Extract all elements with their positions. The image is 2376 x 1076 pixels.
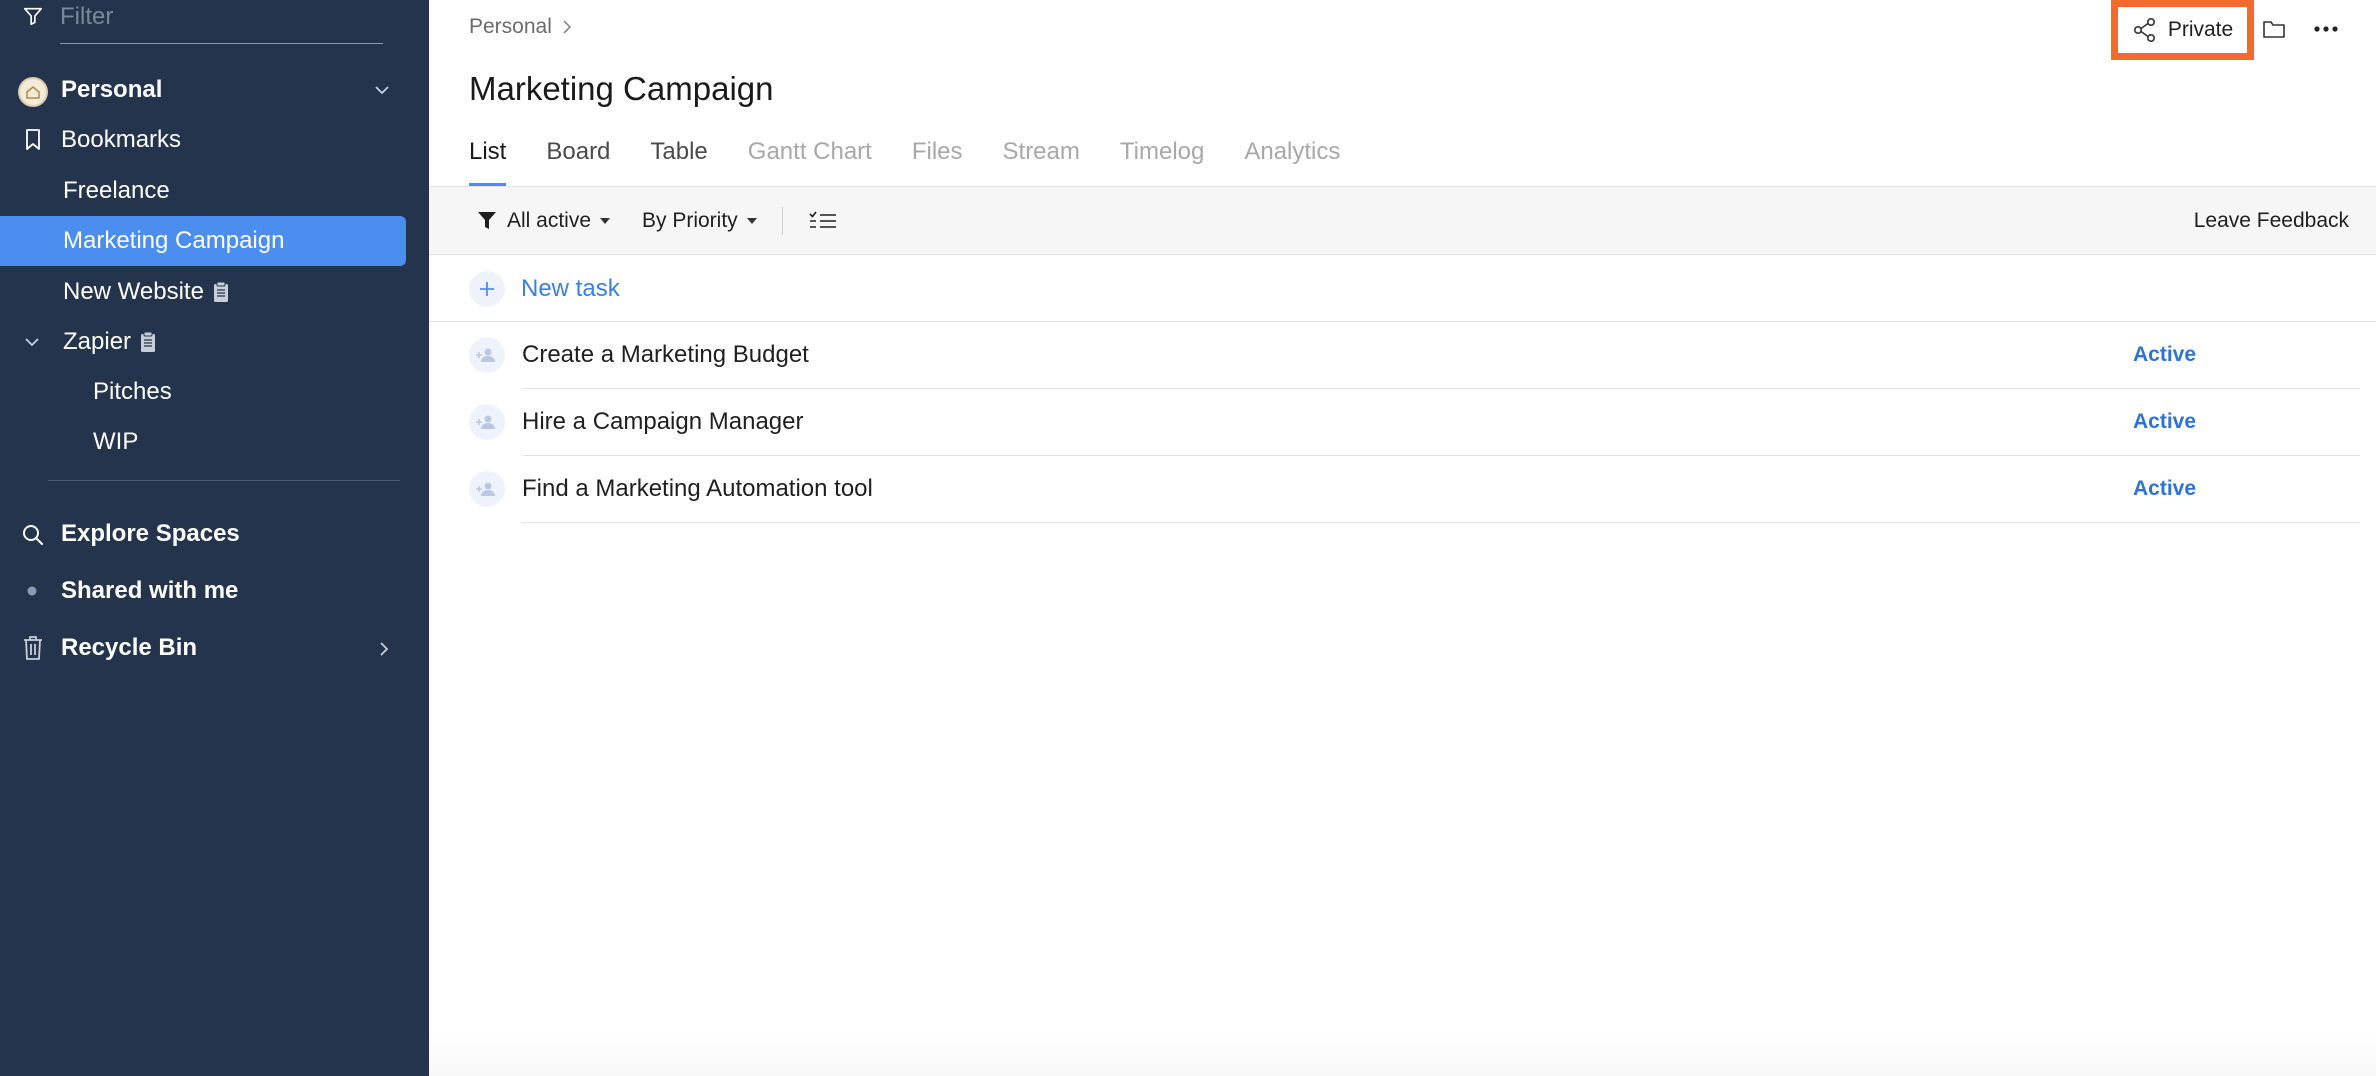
folder-button[interactable] — [2259, 14, 2289, 44]
search-icon — [23, 525, 43, 545]
tab-gantt-chart[interactable]: Gantt Chart — [748, 136, 872, 186]
task-row[interactable]: Create a Marketing Budget Active — [469, 322, 2376, 389]
task-status[interactable]: Active — [2133, 477, 2196, 501]
chevron-down-icon[interactable] — [24, 336, 40, 348]
folder-icon — [2263, 21, 2285, 38]
sidebar-item-explore-spaces[interactable]: Explore Spaces — [0, 509, 406, 559]
tab-board[interactable]: Board — [546, 136, 610, 186]
group-by-dropdown[interactable]: By Priority — [642, 187, 757, 255]
sidebar-item-label: Shared with me — [61, 577, 239, 604]
caret-down-icon — [746, 218, 757, 224]
sidebar-item-recycle-bin[interactable]: Recycle Bin — [0, 623, 406, 673]
chevron-right-icon — [563, 20, 572, 34]
tab-list[interactable]: List — [469, 136, 507, 186]
group-by-label: By Priority — [642, 209, 738, 232]
filter-icon — [478, 212, 496, 229]
sidebar-item-bookmarks[interactable]: Bookmarks — [0, 115, 406, 165]
page-title: Marketing Campaign — [469, 70, 774, 107]
space-avatar — [18, 77, 48, 107]
task-status[interactable]: Active — [2133, 343, 2196, 367]
caret-down-icon — [600, 218, 611, 224]
tab-files[interactable]: Files — [912, 136, 963, 186]
new-task-label: New task — [521, 275, 620, 302]
tab-stream[interactable]: Stream — [1003, 136, 1080, 186]
task-title[interactable]: Create a Marketing Budget — [522, 341, 809, 369]
sidebar-item-pitches[interactable]: Pitches — [0, 367, 406, 417]
toolbar-separator — [782, 207, 783, 235]
clipboard-icon — [141, 331, 156, 352]
sidebar-item-label: Bookmarks — [61, 126, 182, 153]
task-status[interactable]: Active — [2133, 410, 2196, 434]
sidebar-item-new-website[interactable]: New Website — [0, 267, 406, 317]
sidebar-item-label: WIP — [93, 428, 139, 455]
space-label: Personal — [61, 76, 163, 103]
bookmark-icon — [26, 129, 40, 150]
view-tabs: List Board Table Gantt Chart Files Strea… — [469, 136, 1340, 186]
breadcrumb-item[interactable]: Personal — [469, 15, 552, 39]
home-icon — [26, 86, 40, 99]
plus-icon — [469, 271, 505, 307]
trash-icon — [24, 636, 42, 660]
task-row[interactable]: Hire a Campaign Manager Active — [469, 389, 2376, 456]
status-filter-label: All active — [507, 209, 592, 232]
share-icon — [2133, 17, 2155, 42]
private-label: Private — [2167, 18, 2234, 41]
assignee-placeholder-icon[interactable] — [469, 471, 505, 507]
task-title[interactable]: Find a Marketing Automation tool — [522, 475, 873, 503]
row-divider — [522, 522, 2360, 523]
sidebar-item-wip[interactable]: WIP — [0, 417, 406, 467]
sidebar-item-freelance[interactable]: Freelance — [0, 166, 406, 216]
share-private-button[interactable]: Private — [2111, 0, 2254, 60]
filter-input[interactable] — [60, 0, 383, 44]
tab-timelog[interactable]: Timelog — [1120, 136, 1204, 186]
sidebar-item-shared-with-me[interactable]: Shared with me — [0, 566, 406, 616]
list-toolbar: All active By Priority Leave Feedback — [429, 187, 2376, 255]
filter-icon — [23, 7, 43, 26]
sidebar-item-label: Zapier — [63, 328, 132, 355]
checklist-view-button[interactable] — [808, 187, 838, 255]
space-personal[interactable]: Personal — [0, 65, 406, 115]
sidebar-item-label: Explore Spaces — [61, 520, 240, 547]
sidebar-item-zapier[interactable]: Zapier — [0, 317, 406, 367]
clipboard-icon — [213, 281, 228, 302]
main-content: Personal Marketing Campaign Private List… — [429, 0, 2376, 1076]
tab-table[interactable]: Table — [650, 136, 707, 186]
new-task-button[interactable]: New task — [469, 256, 620, 322]
assignee-placeholder-icon[interactable] — [469, 337, 505, 373]
breadcrumb[interactable]: Personal — [469, 15, 572, 39]
tab-analytics[interactable]: Analytics — [1244, 136, 1340, 186]
sidebar-item-label: Pitches — [93, 378, 172, 405]
dot-icon — [27, 586, 37, 596]
sidebar: Personal Bookmarks Freelance Marketing C… — [0, 0, 429, 1076]
sidebar-filter — [0, 0, 429, 46]
sidebar-item-label: Recycle Bin — [61, 634, 198, 661]
chevron-right-icon[interactable] — [379, 641, 389, 657]
sidebar-item-label: New Website — [63, 278, 204, 305]
task-row[interactable]: Find a Marketing Automation tool Active — [469, 456, 2376, 523]
more-button[interactable] — [2311, 14, 2341, 44]
bottom-fade — [429, 1036, 2376, 1076]
checklist-icon — [809, 211, 836, 228]
task-title[interactable]: Hire a Campaign Manager — [522, 408, 803, 436]
sidebar-item-marketing-campaign[interactable]: Marketing Campaign — [0, 216, 406, 266]
status-filter-dropdown[interactable]: All active — [477, 187, 611, 255]
sidebar-divider — [48, 480, 400, 481]
more-icon — [2314, 26, 2338, 32]
leave-feedback-link[interactable]: Leave Feedback — [2194, 187, 2349, 255]
assignee-placeholder-icon[interactable] — [469, 404, 505, 440]
sidebar-item-label: Freelance — [63, 177, 170, 204]
chevron-down-icon[interactable] — [374, 84, 390, 96]
sidebar-item-label: Marketing Campaign — [63, 227, 285, 254]
